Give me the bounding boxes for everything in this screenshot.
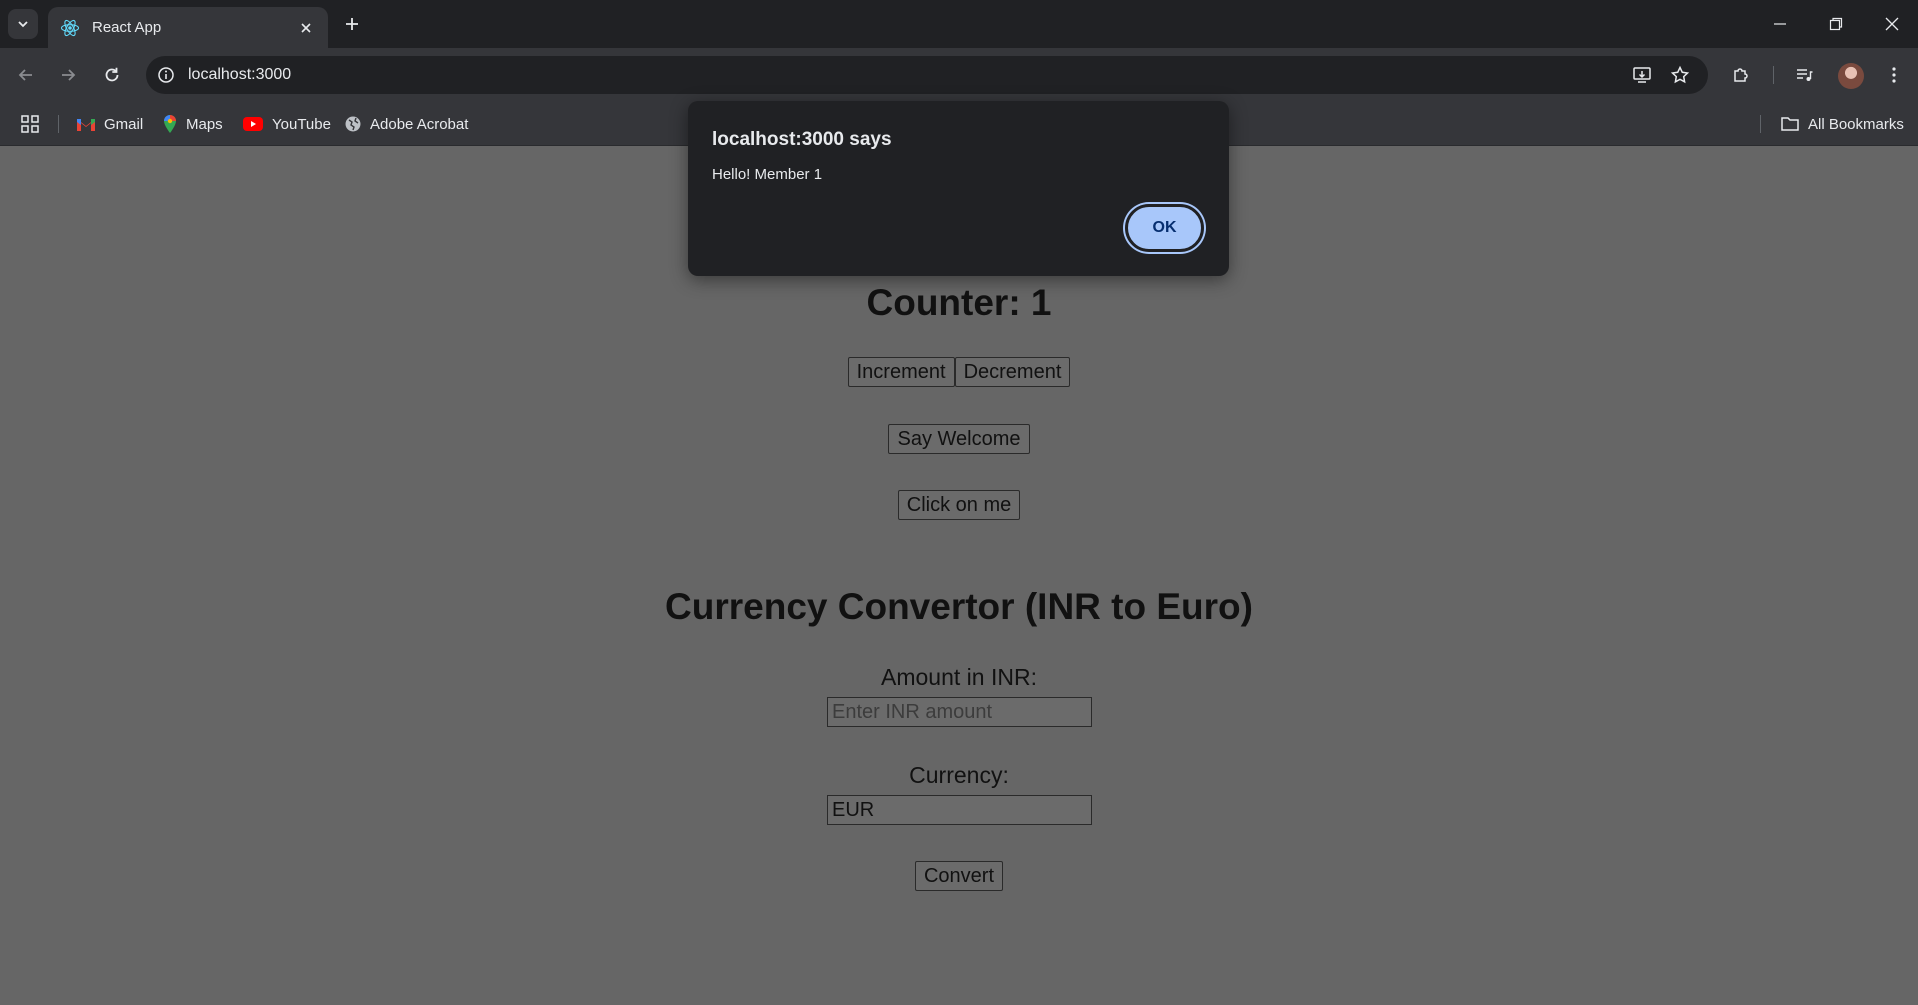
playlist-icon xyxy=(1797,69,1813,81)
bookmark-youtube[interactable]: YouTube xyxy=(242,112,331,136)
bookmark-label: Gmail xyxy=(104,115,144,133)
puzzle-icon xyxy=(1734,68,1748,82)
counter-buttons: Increment Decrement xyxy=(0,357,1918,387)
bookmark-label: Adobe Acrobat xyxy=(370,115,469,133)
toolbar-divider xyxy=(1773,66,1774,84)
all-bookmarks-label: All Bookmarks xyxy=(1808,115,1904,133)
close-window-button[interactable] xyxy=(1878,10,1906,38)
restore-icon xyxy=(1829,17,1843,31)
currency-title: Currency Convertor (INR to Euro) xyxy=(665,586,1253,627)
minimize-icon xyxy=(1774,23,1786,25)
dialog-title: localhost:3000 says xyxy=(712,129,892,150)
all-bookmarks-button[interactable]: All Bookmarks xyxy=(1780,112,1904,136)
minimize-button[interactable] xyxy=(1766,10,1794,38)
bookmark-label: YouTube xyxy=(272,115,331,133)
say-welcome-button[interactable]: Say Welcome xyxy=(888,424,1030,454)
reload-icon xyxy=(105,67,119,82)
restore-button[interactable] xyxy=(1822,10,1850,38)
folder-icon xyxy=(1781,117,1799,131)
alert-dialog: localhost:3000 says Hello! Member 1 OK xyxy=(688,101,1229,276)
bookmarks-divider xyxy=(58,115,59,133)
ok-button[interactable]: OK xyxy=(1125,204,1204,252)
tab-title: React App xyxy=(92,19,162,36)
tab-react-app[interactable]: React App xyxy=(48,7,328,48)
tab-search-button[interactable] xyxy=(8,9,38,39)
install-icon xyxy=(1633,67,1651,83)
media-controls-button[interactable] xyxy=(1790,61,1818,89)
increment-button[interactable]: Increment xyxy=(847,357,955,387)
more-vertical-icon xyxy=(1892,67,1896,83)
arrow-right-icon xyxy=(62,69,76,81)
amount-input[interactable]: Enter INR amount xyxy=(827,697,1092,727)
click-on-me-button[interactable]: Click on me xyxy=(897,490,1021,520)
browser-toolbar: localhost:3000 xyxy=(0,48,1918,102)
chevron-down-icon xyxy=(18,21,28,28)
decrement-button[interactable]: Decrement xyxy=(954,357,1071,387)
profile-avatar[interactable] xyxy=(1838,63,1864,89)
apps-grid-icon xyxy=(21,115,39,133)
extensions-button[interactable] xyxy=(1727,61,1755,89)
currency-label: Currency: xyxy=(909,762,1009,788)
counter-title: Counter: 1 xyxy=(866,282,1052,323)
menu-button[interactable] xyxy=(1880,61,1908,89)
amount-label: Amount in INR: xyxy=(881,664,1037,690)
bookmark-label: Maps xyxy=(186,115,223,133)
youtube-icon xyxy=(243,117,263,131)
convert-button[interactable]: Convert xyxy=(914,861,1004,891)
info-icon xyxy=(158,67,174,83)
bookmark-maps[interactable]: Maps xyxy=(162,112,223,136)
gmail-icon xyxy=(77,119,95,131)
forward-button[interactable] xyxy=(54,61,82,89)
plus-icon xyxy=(346,18,358,30)
tab-close-button[interactable] xyxy=(296,18,316,38)
welcome-row: Say Welcome xyxy=(0,424,1918,454)
maps-icon xyxy=(164,115,176,133)
bookmark-gmail[interactable]: Gmail xyxy=(76,112,143,136)
bookmarks-divider xyxy=(1760,115,1761,133)
react-logo-icon xyxy=(60,19,80,36)
close-icon xyxy=(301,22,311,33)
bookmark-adobe-acrobat[interactable]: Adobe Acrobat xyxy=(344,112,468,136)
back-button[interactable] xyxy=(12,61,40,89)
browser-tab-bar: React App xyxy=(0,0,1918,48)
click-me-row: Click on me xyxy=(0,490,1918,520)
site-info-button[interactable] xyxy=(154,63,178,87)
reload-button[interactable] xyxy=(98,61,126,89)
star-icon xyxy=(1670,65,1690,84)
currency-input[interactable]: EUR xyxy=(827,795,1092,825)
address-bar[interactable]: localhost:3000 xyxy=(146,56,1708,94)
url-text: localhost:3000 xyxy=(188,66,292,83)
globe-icon xyxy=(345,116,361,132)
apps-button[interactable] xyxy=(20,112,40,136)
new-tab-button[interactable] xyxy=(340,12,364,36)
bookmark-star-button[interactable] xyxy=(1668,63,1692,87)
install-app-button[interactable] xyxy=(1630,63,1654,87)
close-icon xyxy=(1885,17,1899,31)
arrow-left-icon xyxy=(18,69,32,81)
convert-row: Convert xyxy=(0,861,1918,891)
dialog-message: Hello! Member 1 xyxy=(712,166,823,183)
